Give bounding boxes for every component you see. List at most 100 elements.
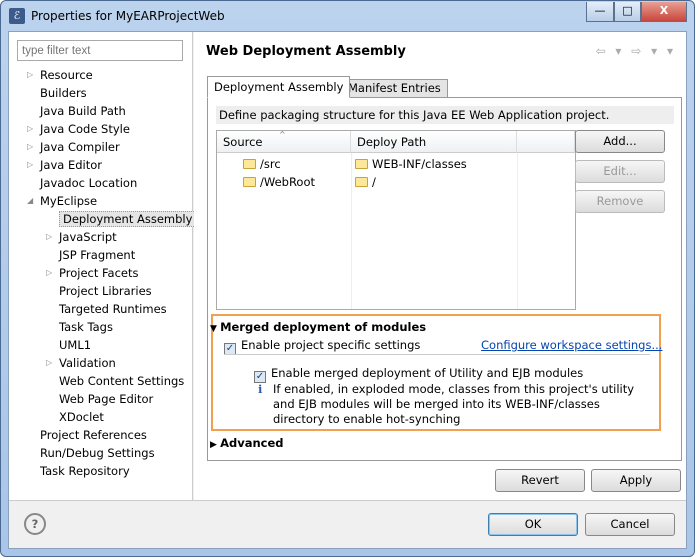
tree-item-label: Java Code Style: [40, 122, 130, 136]
apply-button[interactable]: Apply: [591, 469, 681, 492]
close-button[interactable]: X: [641, 2, 687, 22]
tree-item-label: Web Content Settings: [59, 374, 185, 388]
tree-item[interactable]: ▷ Project Facets: [46, 264, 139, 282]
expand-arrow-icon[interactable]: ▷: [27, 120, 33, 138]
dialog-footer: ? OK Cancel: [9, 500, 686, 548]
app-logo-icon: ℰ: [9, 8, 25, 24]
tree-item-label: UML1: [59, 338, 92, 352]
preference-tree-panel: ▷ Resource Builders Java Build Path ▷ Java Co…: [9, 32, 197, 500]
expand-arrow-icon[interactable]: ▷: [46, 354, 52, 372]
window: ℰ Properties for MyEARProjectWeb — □ X ▷…: [0, 0, 695, 557]
tree-item[interactable]: ▷ Validation: [46, 354, 116, 372]
folder-icon: [243, 159, 256, 169]
tree-item-label: Project Libraries: [59, 284, 152, 298]
ok-button[interactable]: OK: [488, 513, 578, 536]
filter-input[interactable]: [17, 40, 183, 61]
tree-item[interactable]: XDoclet: [59, 408, 104, 426]
tree-item-label: Deployment Assembly: [59, 211, 197, 227]
folder-icon: [243, 177, 256, 187]
table-row[interactable]: /WebRoot: [243, 173, 315, 191]
tree-item[interactable]: ◢ MyEclipse: [27, 192, 98, 210]
tree-item[interactable]: Web Page Editor: [59, 390, 153, 408]
maximize-button[interactable]: □: [614, 2, 641, 22]
tree-item[interactable]: Builders: [40, 84, 87, 102]
expand-arrow-icon[interactable]: ▷: [27, 66, 33, 84]
tree-item-label: Project Facets: [59, 266, 139, 280]
tree-item[interactable]: Deployment Assembly: [59, 210, 197, 228]
expand-arrow-icon[interactable]: ▷: [27, 156, 33, 174]
tab-deployment-assembly[interactable]: Deployment Assembly: [207, 76, 351, 98]
help-icon[interactable]: ?: [24, 513, 46, 535]
navigation-arrows-icon[interactable]: ⇦ ▾ ⇨ ▾ ▾: [596, 44, 676, 58]
window-title: Properties for MyEARProjectWeb: [31, 9, 225, 23]
page-title: Web Deployment Assembly: [206, 44, 406, 59]
expand-arrow-icon[interactable]: ▷: [27, 138, 33, 156]
tree-item[interactable]: ▷ Java Code Style: [27, 120, 130, 138]
tree-item-label: Task Repository: [40, 464, 130, 478]
sort-ascending-icon: ^: [279, 130, 286, 139]
tree-item-label: Java Editor: [40, 158, 102, 172]
tree-item[interactable]: Java Build Path: [40, 102, 126, 120]
tree-item-label: JavaScript: [59, 230, 117, 244]
table-cell[interactable]: WEB-INF/classes: [355, 155, 467, 173]
tree-item-label: MyEclipse: [40, 194, 98, 208]
description-text: Define packaging structure for this Java…: [216, 106, 674, 124]
remove-button[interactable]: Remove: [575, 190, 665, 213]
tree-item[interactable]: Project References: [40, 426, 147, 444]
tree-item-label: Task Tags: [59, 320, 113, 334]
expand-arrow-icon[interactable]: ▷: [46, 264, 52, 282]
expanded-arrow-icon[interactable]: ◢: [27, 192, 33, 210]
tree-item-label: Java Build Path: [40, 104, 126, 118]
separator: [224, 354, 650, 355]
tree-item-label: Web Page Editor: [59, 392, 154, 406]
tree-item-label: Targeted Runtimes: [59, 302, 167, 316]
tree-item[interactable]: Targeted Runtimes: [59, 300, 167, 318]
tab-manifest-entries[interactable]: Manifest Entries: [341, 79, 448, 98]
project-specific-checkbox[interactable]: ✓ Enable project specific settings: [224, 338, 420, 355]
tree-item[interactable]: JSP Fragment: [59, 246, 135, 264]
tree-item-label: Validation: [59, 356, 116, 370]
cancel-button[interactable]: Cancel: [585, 513, 675, 536]
tree-item[interactable]: Javadoc Location: [40, 174, 137, 192]
folder-icon: [355, 159, 368, 169]
tree-item[interactable]: ▷ JavaScript: [46, 228, 117, 246]
assembly-table: Source ^ Deploy Path /src WEB-INF/classes…: [216, 130, 576, 310]
expand-arrow-icon[interactable]: ▷: [46, 228, 52, 246]
tree-item-label: XDoclet: [59, 410, 104, 424]
info-icon: i: [258, 382, 263, 396]
add-button[interactable]: Add...: [575, 130, 665, 153]
tree-item[interactable]: Web Content Settings: [59, 372, 184, 390]
column-header-source[interactable]: Source ^: [217, 130, 351, 153]
tree-item-label: JSP Fragment: [59, 248, 136, 262]
advanced-section-toggle[interactable]: ▶ Advanced: [210, 436, 284, 450]
tab-panel: Define packaging structure for this Java…: [207, 97, 682, 461]
column-header-deploy-path[interactable]: Deploy Path: [351, 131, 517, 153]
tree-item[interactable]: ▷ Resource: [27, 66, 93, 84]
tree-item-label: Run/Debug Settings: [40, 446, 155, 460]
edit-button[interactable]: Edit...: [575, 160, 665, 183]
revert-button[interactable]: Revert: [495, 469, 585, 492]
configure-workspace-link[interactable]: Configure workspace settings...: [481, 338, 662, 352]
minimize-button[interactable]: —: [586, 2, 614, 22]
table-row[interactable]: /src: [243, 155, 281, 173]
collapsed-triangle-icon: ▶: [210, 440, 221, 450]
expanded-triangle-icon: ▼: [210, 324, 221, 334]
tree-item[interactable]: UML1: [59, 336, 91, 354]
column-header-empty: [517, 131, 575, 153]
merged-section-toggle[interactable]: ▼ Merged deployment of modules: [210, 320, 426, 334]
properties-page: Web Deployment Assembly ⇦ ▾ ⇨ ▾ ▾ Deploy…: [194, 32, 686, 500]
tree-item[interactable]: Project Libraries: [59, 282, 152, 300]
enable-merged-checkbox[interactable]: ✓ Enable merged deployment of Utility and…: [254, 366, 583, 383]
tree-item-label: Project References: [40, 428, 147, 442]
table-cell[interactable]: /: [355, 173, 376, 191]
tree-item-label: Builders: [40, 86, 87, 100]
info-text: If enabled, in exploded mode, classes fr…: [273, 382, 635, 426]
folder-icon: [355, 177, 368, 187]
tree-item-label: Javadoc Location: [40, 176, 138, 190]
tree-item-label: Resource: [40, 68, 93, 82]
tree-item[interactable]: Task Tags: [59, 318, 113, 336]
tree-item[interactable]: Task Repository: [40, 462, 130, 480]
tree-item[interactable]: Run/Debug Settings: [40, 444, 155, 462]
tree-item[interactable]: ▷ Java Compiler: [27, 138, 120, 156]
tree-item[interactable]: ▷ Java Editor: [27, 156, 102, 174]
